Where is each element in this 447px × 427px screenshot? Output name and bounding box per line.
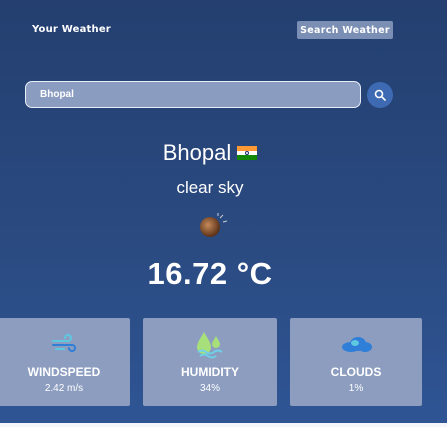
humidity-card: HUMIDITY 34%: [143, 318, 277, 406]
windspeed-card: WINDSPEED 2.42 m/s: [0, 318, 130, 406]
clouds-title: CLOUDS: [330, 365, 382, 379]
wind-icon: [52, 334, 76, 352]
weather-description: clear sky: [176, 178, 244, 197]
windspeed-value: 2.42 m/s: [44, 383, 84, 394]
clouds-value: 1%: [348, 383, 364, 394]
temperature: 16.72 °C: [147, 256, 273, 291]
search-button[interactable]: [367, 82, 393, 108]
humidity-value: 34%: [199, 383, 220, 394]
humidity-title: HUMIDITY: [181, 365, 239, 379]
windspeed-title: WINDSPEED: [27, 365, 101, 379]
bottom-edge: [0, 423, 447, 427]
search-icon: [374, 89, 386, 101]
brand-title: Your Weather: [32, 24, 111, 35]
city-name: Bhopal: [162, 140, 232, 165]
humidity-icon: [197, 332, 223, 359]
clouds-card: CLOUDS 1%: [290, 318, 422, 406]
search-weather-button[interactable]: Search Weather: [297, 21, 393, 39]
india-flag-icon: [237, 146, 258, 160]
city-heading: Bhopal: [0, 140, 420, 166]
clouds-icon: [342, 337, 372, 352]
clear-sky-icon: [200, 213, 228, 237]
top-nav: Your Weather Search Weather: [0, 0, 447, 60]
city-search-input[interactable]: [25, 81, 361, 108]
